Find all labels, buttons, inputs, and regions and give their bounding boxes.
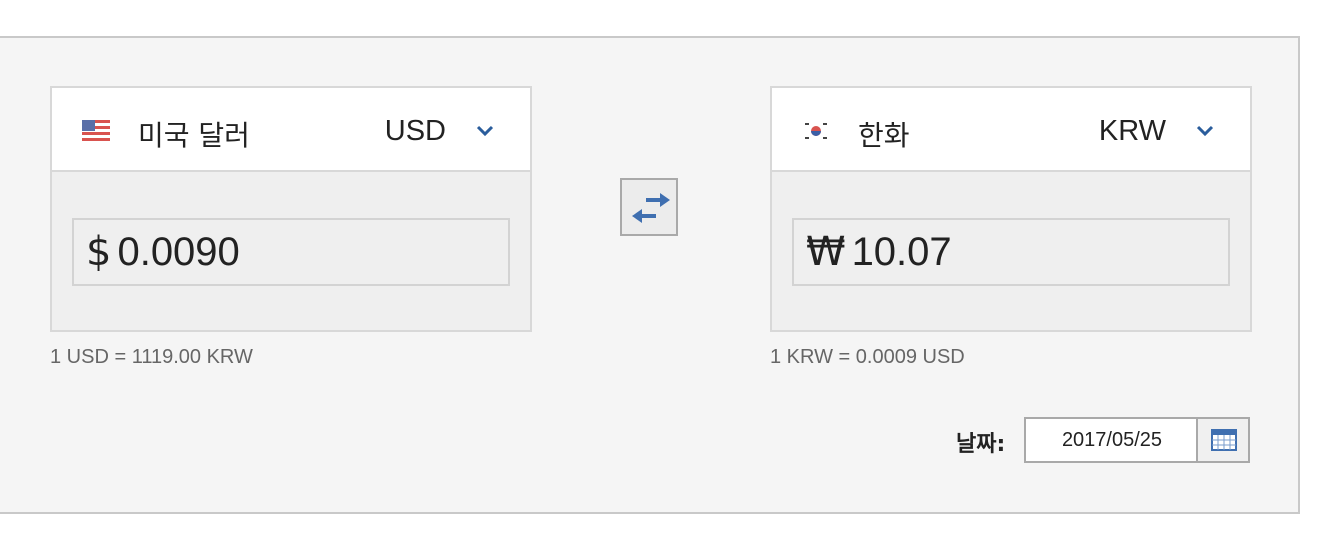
chevron-down-icon[interactable] — [476, 124, 494, 138]
to-amount-input[interactable]: ₩10.07 — [792, 218, 1230, 286]
from-currency-selector[interactable]: 미국 달러 USD — [52, 88, 530, 172]
won-symbol: ₩ — [806, 229, 846, 275]
to-amount-value: 10.07 — [851, 230, 952, 274]
us-flag-icon — [82, 120, 110, 142]
from-amount-input[interactable]: $0.0090 — [72, 218, 510, 286]
from-currency-converter: 미국 달러 USD $0.0090 — [50, 86, 532, 332]
from-currency-name: 미국 달러 — [138, 119, 250, 152]
date-label: 날짜: — [956, 432, 1006, 457]
from-amount-value: 0.0090 — [117, 230, 240, 274]
kr-flag-icon — [802, 120, 830, 142]
from-rate-text: 1 USD = 1119.00 KRW — [50, 346, 253, 368]
swap-currencies-button[interactable] — [620, 178, 678, 236]
dollar-symbol: $ — [86, 229, 112, 275]
to-rate-text: 1 KRW = 0.0009 USD — [770, 346, 965, 368]
calendar-icon — [1211, 429, 1237, 451]
from-currency-code: USD — [384, 115, 446, 147]
date-input[interactable]: 2017/05/25 — [1024, 417, 1198, 463]
to-currency-selector[interactable]: 한화 KRW — [772, 88, 1250, 172]
chevron-down-icon[interactable] — [1196, 124, 1214, 138]
to-currency-name: 한화 — [858, 119, 910, 152]
to-currency-converter: 한화 KRW ₩10.07 — [770, 86, 1252, 332]
calendar-button[interactable] — [1196, 417, 1250, 463]
swap-arrows-icon — [632, 193, 670, 223]
to-currency-code: KRW — [1098, 115, 1166, 147]
